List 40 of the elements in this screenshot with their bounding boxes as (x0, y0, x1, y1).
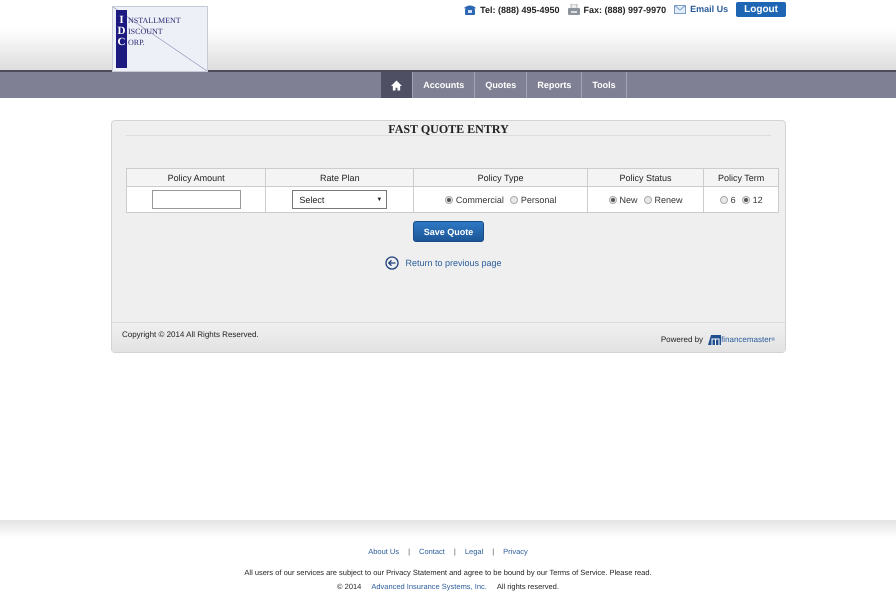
radio-button[interactable] (608, 196, 616, 204)
radio-button[interactable] (720, 196, 728, 204)
return-link[interactable]: Return to previous page (405, 258, 502, 268)
radio-label: Renew (654, 194, 683, 204)
logo-text: D ISCOUNT (117, 26, 164, 37)
column-header: Rate Plan (266, 168, 414, 186)
logout-button[interactable]: Logout (736, 2, 786, 17)
copyright-text: Copyright © 2014 All Rights Reserved. (122, 329, 259, 341)
home-icon (391, 80, 402, 90)
nav-tab[interactable]: Tools (582, 72, 627, 98)
home-tab[interactable] (381, 72, 414, 98)
column-header: Policy Term (704, 168, 778, 186)
radio-label: Commercial (456, 194, 504, 204)
nav-tab[interactable]: Quotes (475, 72, 528, 98)
nav-tab[interactable]: Accounts (413, 72, 476, 98)
phone-number: Tel: (888) 495-4950 (480, 4, 560, 14)
radio-button[interactable] (444, 196, 453, 204)
column-header: Policy Amount (126, 168, 266, 186)
radio-label: 6 (730, 194, 736, 204)
brand-mark-icon (708, 334, 722, 345)
radio-label: 12 (752, 194, 763, 204)
phone-icon (464, 4, 476, 15)
radio-label: Personal (520, 194, 556, 204)
radio-label: New (620, 194, 638, 204)
mail-icon (674, 4, 686, 14)
column-header: Policy Status (587, 168, 704, 186)
radio-button[interactable] (510, 196, 518, 204)
powered-by-text: Powered by (660, 335, 704, 344)
logo-text: I NSTALLMENT (118, 15, 181, 26)
radio-button[interactable] (644, 196, 652, 204)
nav-tab[interactable]: Reports (527, 72, 582, 98)
logo-text: C ORP. (117, 37, 146, 48)
fax-number: Fax: (888) 997-9970 (584, 4, 666, 14)
email-link[interactable]: Email Us (690, 4, 728, 14)
form-title: FAST QUOTE ENTRY (126, 121, 771, 136)
fax-icon (568, 4, 580, 15)
radio-button[interactable] (742, 196, 750, 204)
column-header: Policy Type (414, 168, 588, 186)
save-quote-button[interactable]: Save Quote (412, 221, 484, 242)
amount-field[interactable] (152, 190, 241, 209)
